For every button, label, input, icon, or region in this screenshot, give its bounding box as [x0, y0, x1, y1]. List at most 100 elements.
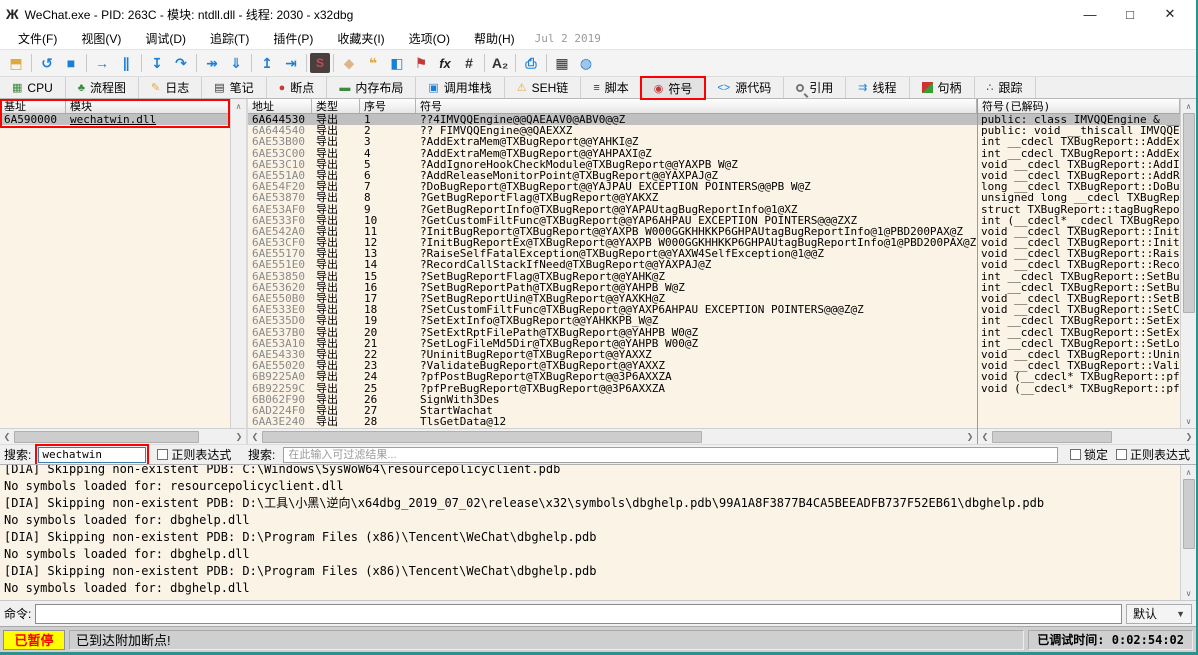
symbol-row[interactable]: 6B062F90 导出 26 SignWith3Des: [248, 394, 977, 405]
menu-file[interactable]: 文件(F): [6, 28, 69, 49]
tab-trace[interactable]: ∴跟踪: [975, 77, 1036, 98]
run-to-user-code-icon[interactable]: ⇥: [279, 52, 303, 74]
label-icon[interactable]: ◧: [385, 52, 409, 74]
decoded-symbol-row[interactable]: struct TXBugReport::tagBugReportInfo * _…: [978, 204, 1180, 215]
globe-icon[interactable]: ◍: [574, 52, 598, 74]
step-into-icon[interactable]: ↧: [145, 52, 169, 74]
decoded-horizontal-scrollbar[interactable]: ❮❯: [978, 428, 1196, 444]
tab-graph[interactable]: ♣流程图: [66, 77, 139, 98]
command-profile-dropdown[interactable]: 默认 ▼: [1126, 604, 1192, 624]
symbol-row[interactable]: 6AE53AF0 导出 9 ?GetBugReportInfo@TXBugRep…: [248, 204, 977, 215]
tab-notes[interactable]: ▤笔记: [202, 77, 266, 98]
symbol-row[interactable]: 6AE53A10 导出 21 ?SetLogFileMd5Dir@TXBugRe…: [248, 338, 977, 349]
menu-plugins[interactable]: 插件(P): [261, 28, 325, 49]
trace-over-icon[interactable]: ⇓: [224, 52, 248, 74]
symbol-row[interactable]: 6AE53850 导出 15 ?SetBugReportFlag@TXBugRe…: [248, 271, 977, 282]
symbol-row[interactable]: 6AE550B0 导出 17 ?SetBugReportUin@TXBugRep…: [248, 293, 977, 304]
symbol-row[interactable]: 6AE535D0 导出 19 ?SetExtInfo@TXBugReport@@…: [248, 315, 977, 326]
decoded-symbol-row[interactable]: unsigned long __cdecl TXBugReport::GetBu…: [978, 192, 1180, 203]
modules-vertical-scrollbar[interactable]: ∧: [230, 99, 246, 428]
menu-options[interactable]: 选项(O): [397, 28, 462, 49]
tab-handles[interactable]: 句柄: [910, 77, 975, 98]
decoded-symbol-row[interactable]: int __cdecl TXBugReport::SetExtInfo(unsi…: [978, 315, 1180, 326]
decoded-vertical-scrollbar[interactable]: ∧∨: [1180, 99, 1196, 428]
symbol-row[interactable]: 6AE55170 导出 13 ?RaiseSelfFatalException@…: [248, 248, 977, 259]
symbol-row[interactable]: 6AE533F0 导出 10 ?GetCustomFiltFunc@TXBugR…: [248, 215, 977, 226]
symbol-row[interactable]: 6AE537B0 导出 20 ?SetExtRptFilePath@TXBugR…: [248, 327, 977, 338]
open-file-icon[interactable]: ⬒: [4, 52, 28, 74]
comment-icon[interactable]: ❝: [361, 52, 385, 74]
menu-help[interactable]: 帮助(H): [462, 28, 527, 49]
symbol-row[interactable]: 6AA3E240 导出 28 TlsGetData@12: [248, 416, 977, 427]
col-address[interactable]: 地址: [248, 99, 312, 113]
symbol-row[interactable]: 6AE533E0 导出 18 ?SetCustomFiltFunc@TXBugR…: [248, 304, 977, 315]
function-icon[interactable]: fx: [433, 52, 457, 74]
tab-script[interactable]: ≡脚本: [581, 77, 641, 98]
pause-icon[interactable]: ∥: [114, 52, 138, 74]
tab-references[interactable]: 引用: [784, 77, 846, 98]
symbol-row[interactable]: 6AE542A0 导出 11 ?InitBugReport@TXBugRepor…: [248, 226, 977, 237]
bookmark-icon[interactable]: ⚑: [409, 52, 433, 74]
symbol-row[interactable]: 6AE551E0 导出 14 ?RecordCallStackIfNeed@TX…: [248, 259, 977, 270]
hash-icon[interactable]: #: [457, 52, 481, 74]
restart-icon[interactable]: ↺: [35, 52, 59, 74]
symbol-row[interactable]: 6B92259C 导出 25 ?pfPreBugReport@TXBugRepo…: [248, 383, 977, 394]
symbol-regex-checkbox[interactable]: [1116, 449, 1127, 460]
seh-s-icon[interactable]: S: [310, 53, 330, 73]
tab-log[interactable]: ✎日志: [139, 77, 202, 98]
col-type[interactable]: 类型: [312, 99, 360, 113]
decoded-symbol-row[interactable]: void __cdecl TXBugReport::RecordCallStac…: [978, 259, 1180, 270]
symbol-row[interactable]: 6AE53C10 导出 5 ?AddIgnoreHookCheckModule@…: [248, 159, 977, 170]
tab-symbols[interactable]: ◉符号: [642, 77, 706, 98]
lock-checkbox[interactable]: [1070, 449, 1081, 460]
tab-seh[interactable]: ⚠SEH链: [505, 77, 582, 98]
step-over-icon[interactable]: ↷: [169, 52, 193, 74]
tab-memory-map[interactable]: ▬内存布局: [327, 77, 416, 98]
decoded-symbol-row[interactable]: int __cdecl TXBugReport::AddExtraMem(uns…: [978, 136, 1180, 147]
close-button[interactable]: ✕: [1150, 1, 1190, 27]
symbol-row[interactable]: 6AD224F0 导出 27 StartWachat: [248, 405, 977, 416]
attach-icon[interactable]: ⎙: [519, 52, 543, 74]
maximize-button[interactable]: □: [1110, 1, 1150, 27]
tab-cpu[interactable]: ▦CPU: [0, 77, 66, 98]
log-vertical-scrollbar[interactable]: ∧∨: [1180, 465, 1196, 600]
symbol-row[interactable]: 6AE53620 导出 16 ?SetBugReportPath@TXBugRe…: [248, 282, 977, 293]
symbol-row[interactable]: 6A644540 导出 2 ??_FIMVQQEngine@@QAEXXZ: [248, 125, 977, 136]
patch-icon[interactable]: ⬥: [337, 52, 361, 74]
symbol-row[interactable]: 6AE55020 导出 23 ?ValidateBugReport@TXBugR…: [248, 360, 977, 371]
stop-icon[interactable]: ■: [59, 52, 83, 74]
calculator-icon[interactable]: ▦: [550, 52, 574, 74]
col-base[interactable]: 基址: [0, 99, 66, 113]
col-symbol[interactable]: 符号: [416, 99, 977, 113]
module-regex-checkbox[interactable]: [157, 449, 168, 460]
symbol-log[interactable]: [DIA] Skipping non-existent PDB: C:\Wind…: [0, 465, 1180, 600]
symbol-row[interactable]: 6AE54330 导出 22 ?UninitBugReport@TXBugRep…: [248, 349, 977, 360]
menu-view[interactable]: 视图(V): [69, 28, 133, 49]
symbol-row[interactable]: 6AE54F20 导出 7 ?DoBugReport@TXBugReport@@…: [248, 181, 977, 192]
symbol-row[interactable]: 6B9225A0 导出 24 ?pfPostBugReport@TXBugRep…: [248, 371, 977, 382]
menu-favourites[interactable]: 收藏夹(I): [325, 28, 396, 49]
menu-debug[interactable]: 调试(D): [133, 28, 198, 49]
step-out-icon[interactable]: ↥: [255, 52, 279, 74]
minimize-button[interactable]: —: [1070, 1, 1110, 27]
symbol-row[interactable]: 6AE53B00 导出 3 ?AddExtraMem@TXBugReport@@…: [248, 136, 977, 147]
col-decoded-symbol[interactable]: 符号(已解码): [978, 99, 1180, 113]
module-row[interactable]: 6A590000 wechatwin.dll: [0, 114, 230, 125]
strings-icon[interactable]: A₂: [488, 52, 512, 74]
symbols-horizontal-scrollbar[interactable]: ❮❯: [248, 428, 977, 444]
tab-threads[interactable]: ⇉线程: [846, 77, 909, 98]
tab-breakpoints[interactable]: ●断点: [267, 77, 328, 98]
module-search-input[interactable]: [38, 447, 146, 463]
col-module[interactable]: 模块: [66, 99, 230, 113]
command-input[interactable]: [35, 604, 1122, 624]
run-icon[interactable]: →: [90, 52, 114, 74]
decoded-symbol-row[interactable]: void (__cdecl* TXBugReport::pfPreBugRepo…: [978, 383, 1180, 394]
symbol-row[interactable]: 6AE53CF0 导出 12 ?InitBugReportEx@TXBugRep…: [248, 237, 977, 248]
menu-trace[interactable]: 追踪(T): [198, 28, 261, 49]
symbol-filter-input[interactable]: [283, 447, 1058, 463]
trace-into-icon[interactable]: ↠: [200, 52, 224, 74]
symbol-row[interactable]: 6A644530 导出 1 ??4IMVQQEngine@@QAEAAV0@AB…: [248, 114, 977, 125]
symbol-row[interactable]: 6AE53870 导出 8 ?GetBugReportFlag@TXBugRep…: [248, 192, 977, 203]
modules-horizontal-scrollbar[interactable]: ❮❯: [0, 428, 246, 444]
tab-source[interactable]: <>源代码: [705, 77, 784, 98]
